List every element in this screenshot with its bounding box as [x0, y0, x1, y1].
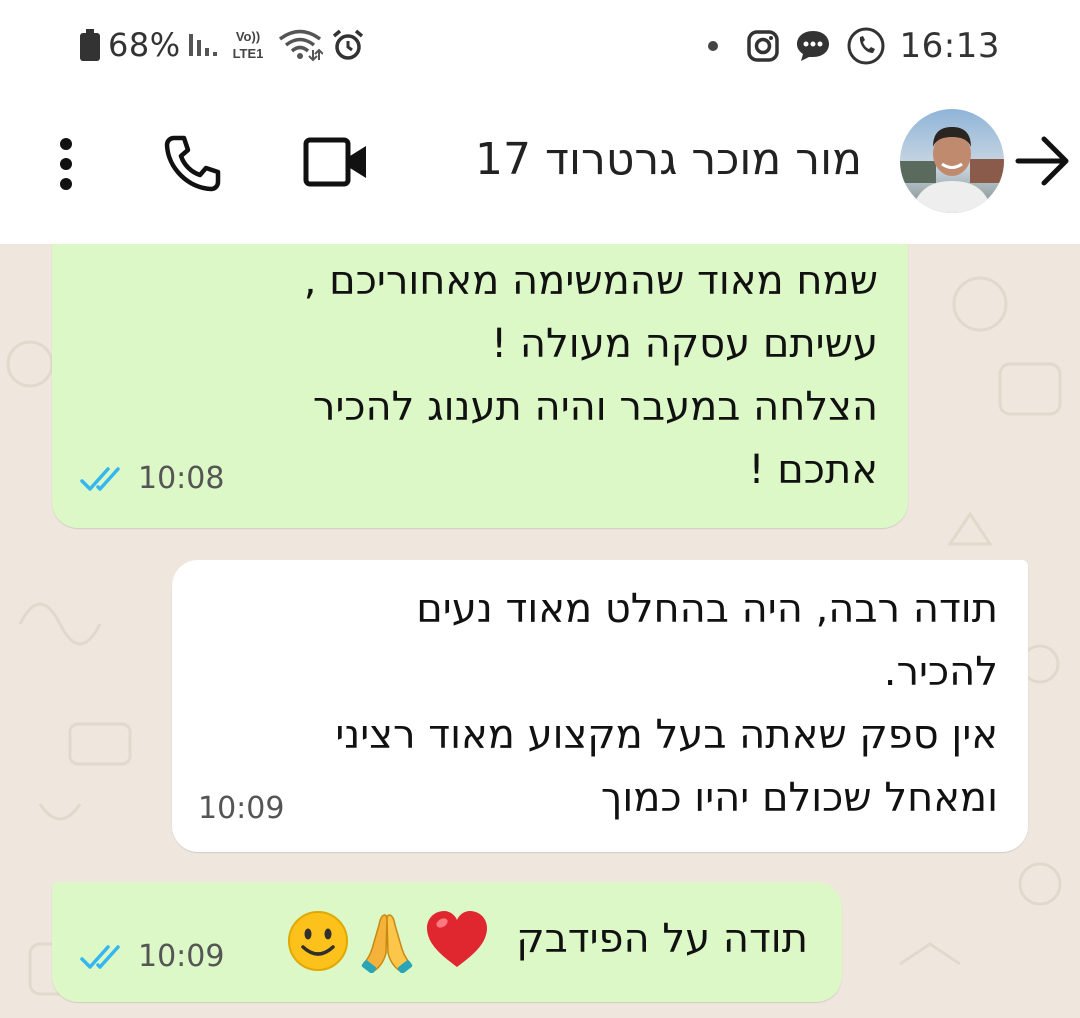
message-time: 10:09 [198, 791, 285, 826]
volte-icon: Vo)) LTE1 [232, 29, 263, 61]
video-call-icon [303, 137, 366, 187]
more-vert-icon [60, 138, 72, 190]
status-bar: 68% Vo)) LTE1 16:13 [0, 0, 1080, 96]
svg-text:Vo)): Vo)) [235, 29, 259, 44]
message-text-line: ומאחל שכולם יהיו כמוך [600, 775, 998, 821]
phone-call-icon [847, 27, 885, 65]
chat-header: מור מוכר גרטרוד 17 [0, 96, 1080, 244]
message-meta: 10:09 [80, 925, 224, 988]
signal-icon [188, 34, 217, 56]
clock: 16:13 [899, 26, 1000, 66]
wifi-icon [278, 29, 323, 62]
chat-area[interactable]: שמח מאוד שהמשימה מאחוריכם , עשיתם עסקה מ… [0, 244, 1080, 1018]
voice-call-button[interactable] [160, 132, 224, 196]
video-call-button[interactable] [302, 136, 370, 188]
read-ticks-icon [80, 944, 120, 969]
voice-call-icon [164, 135, 221, 192]
message-text-line: שמח מאוד שהמשימה מאחוריכם , [303, 258, 878, 304]
chat-bubble-icon [796, 31, 829, 61]
contact-name[interactable]: מור מוכר גרטרוד 17 [475, 134, 862, 185]
notification-dot-icon [707, 41, 718, 51]
message-bubble-incoming[interactable]: תודה רבה, היה בהחלט מאוד נעים להכיר. אין… [172, 560, 1028, 852]
message-text-line: הצלחה במעבר והיה תענוג להכיר [312, 384, 878, 430]
message-text-line: תודה רבה, היה בהחלט מאוד נעים [416, 586, 998, 632]
message-meta: 10:08 [80, 447, 224, 510]
status-right-group: 16:13 [707, 26, 1000, 66]
message-meta: 10:09 [198, 777, 284, 840]
smiling-face-icon [287, 911, 348, 971]
more-options-button[interactable] [50, 134, 82, 194]
message-text-line: אין ספק שאתה בעל מקצוע מאוד רציני [335, 712, 998, 758]
message-text: תודה על הפידבק [516, 916, 808, 962]
battery-icon [80, 29, 100, 61]
avatar-photo [900, 109, 1004, 213]
red-heart-icon [426, 911, 487, 967]
message-bubble-outgoing[interactable]: תודה על הפידבק 10:09 [52, 882, 842, 1002]
instagram-icon [746, 30, 779, 62]
emoji-group [286, 909, 490, 973]
battery-percentage: 68% [108, 26, 181, 64]
avatar[interactable] [900, 109, 1004, 213]
status-left-group: 68% Vo)) LTE1 [80, 26, 365, 64]
back-arrow-icon [1015, 136, 1069, 186]
back-button[interactable] [1012, 133, 1072, 189]
message-text-line: להכיר. [883, 649, 998, 695]
message-time: 10:09 [138, 939, 225, 974]
folded-hands-icon [361, 914, 412, 973]
message-bubble-outgoing[interactable]: שמח מאוד שהמשימה מאחוריכם , עשיתם עסקה מ… [52, 244, 908, 528]
message-time: 10:08 [138, 461, 225, 496]
message-text-line: עשיתם עסקה מעולה ! [491, 321, 878, 367]
svg-text:LTE1: LTE1 [232, 46, 263, 61]
alarm-icon [332, 29, 363, 60]
read-ticks-icon [80, 466, 120, 491]
